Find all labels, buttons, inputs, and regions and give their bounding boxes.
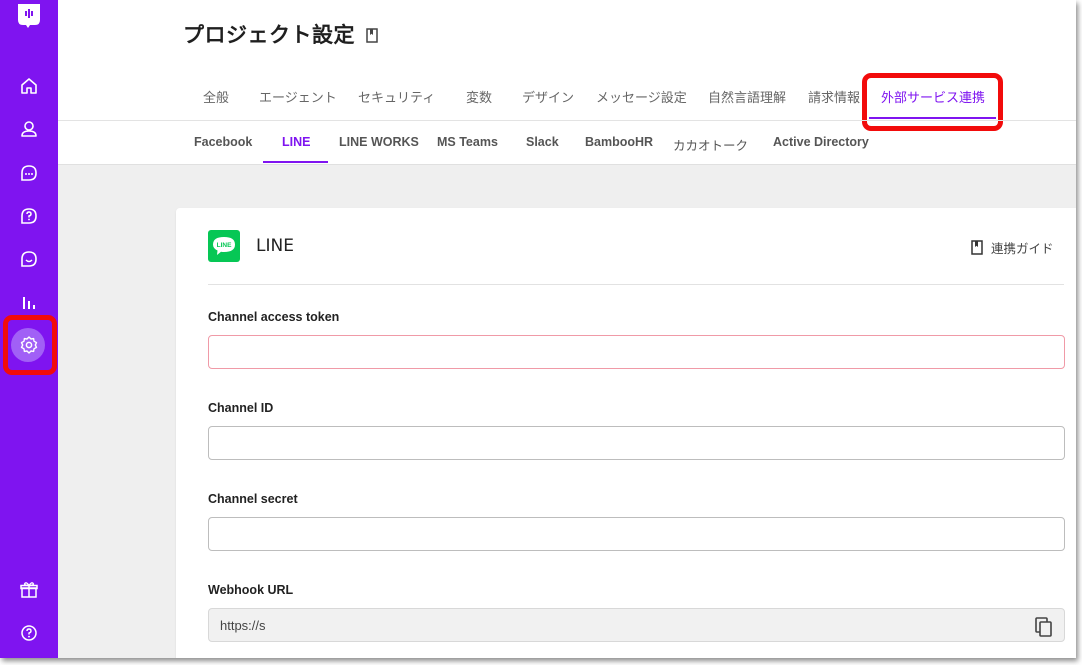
conversation-icon[interactable] [15, 245, 43, 273]
active-subtab-indicator [263, 161, 328, 163]
channel-id-input[interactable] [208, 426, 1065, 460]
app-logo[interactable] [16, 2, 42, 28]
subtab-active-directory[interactable]: Active Directory [773, 135, 869, 149]
channel-access-token-label: Channel access token [208, 310, 340, 324]
book-icon[interactable] [366, 28, 378, 43]
main-tabs: 全般 エージェント セキュリティ 変数 デザイン メッセージ設定 自然言語理解 … [0, 87, 1076, 121]
subtab-kakaotalk[interactable]: カカオトーク [673, 135, 748, 154]
active-tab-indicator [869, 117, 996, 119]
card-divider [208, 284, 1064, 285]
tab-general[interactable]: 全般 [203, 87, 229, 106]
settings-icon[interactable] [15, 331, 43, 359]
chat-icon[interactable] [15, 159, 43, 187]
channel-id-label: Channel ID [208, 401, 274, 415]
gift-icon[interactable] [15, 576, 43, 604]
subtab-bamboohr[interactable]: BambooHR [585, 135, 653, 149]
webhook-url-field[interactable] [208, 608, 1065, 642]
app-window: プロジェクト設定 全般 エージェント セキュリティ 変数 デザイン メッセージ設… [0, 0, 1076, 658]
integration-guide-link[interactable]: 連携ガイド [971, 238, 1054, 257]
subtab-facebook[interactable]: Facebook [194, 135, 252, 149]
subtab-line[interactable]: LINE [282, 135, 310, 149]
tab-agent[interactable]: エージェント [259, 87, 337, 106]
subtab-slack[interactable]: Slack [526, 135, 559, 149]
tab-variables[interactable]: 変数 [466, 87, 492, 106]
subtab-ms-teams[interactable]: MS Teams [437, 135, 498, 149]
analytics-icon[interactable] [15, 288, 43, 316]
card-title: LINE [256, 236, 294, 256]
webhook-url-label: Webhook URL [208, 583, 294, 597]
help-icon[interactable] [15, 619, 43, 647]
subtab-line-works[interactable]: LINE WORKS [339, 135, 419, 149]
channel-secret-label: Channel secret [208, 492, 298, 506]
page-title: プロジェクト設定 [183, 23, 355, 47]
faq-icon[interactable] [15, 202, 43, 230]
channel-access-token-input[interactable] [208, 335, 1065, 369]
line-logo: LINE [208, 230, 240, 262]
line-settings-card: LINE LINE 連携ガイド Channel access token Cha… [176, 208, 1076, 658]
integration-guide-label: 連携ガイド [991, 241, 1054, 256]
copy-icon[interactable] [1033, 616, 1055, 638]
tabs-divider [58, 120, 1076, 121]
channel-secret-input[interactable] [208, 517, 1065, 551]
tab-security[interactable]: セキュリティ [358, 87, 435, 106]
tab-message-settings[interactable]: メッセージ設定 [596, 87, 687, 106]
line-logo-text: LINE [217, 242, 232, 249]
tab-billing[interactable]: 請求情報 [808, 87, 860, 106]
tab-design[interactable]: デザイン [522, 87, 574, 106]
tab-integrations[interactable]: 外部サービス連携 [881, 87, 985, 106]
book-icon [971, 240, 983, 255]
tab-nlu[interactable]: 自然言語理解 [708, 87, 786, 106]
